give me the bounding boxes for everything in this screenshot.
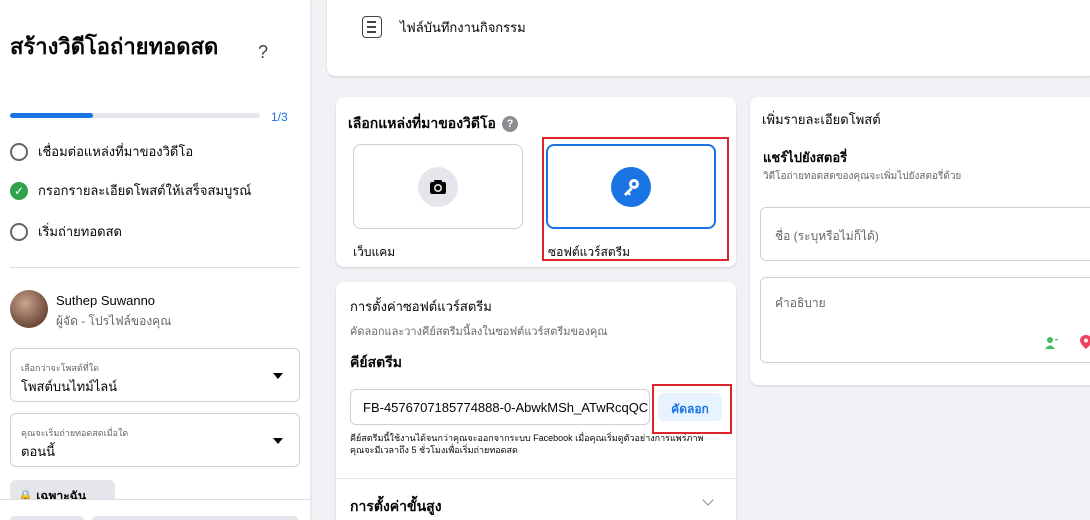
- activity-log-card: ไฟล์บันทึกงานกิจกรรม: [327, 0, 1090, 76]
- radio-circle-icon: [10, 142, 28, 161]
- video-source-title: เลือกแหล่งที่มาของวิดีโอ ?: [348, 113, 518, 135]
- help-icon[interactable]: ?: [258, 42, 268, 63]
- start-time-select[interactable]: คุณจะเริ่มถ่ายทอดสดเมื่อใด ตอนนี้: [10, 413, 300, 467]
- caret-down-icon: [273, 438, 283, 444]
- step-label: เริ่มถ่ายทอดสด: [38, 224, 122, 239]
- avatar: [10, 290, 48, 328]
- highlight-box: [652, 384, 732, 434]
- title-input[interactable]: ชื่อ (ระบุหรือไม่ก็ได้): [760, 207, 1090, 261]
- webcam-option[interactable]: [353, 144, 523, 229]
- progress-text: 1/3: [271, 110, 288, 124]
- radio-circle-icon: [10, 222, 28, 241]
- highlight-box: [542, 137, 729, 261]
- advanced-settings-toggle[interactable]: การตั้งค่าขั้นสูง: [350, 496, 442, 518]
- divider: [10, 267, 300, 268]
- software-settings-subtitle: คัดลอกและวางคีย์สตรีมนี้ลงในซอฟต์แวร์สตร…: [350, 326, 608, 338]
- select-label: เลือกว่าจะโพสต์ที่ใด: [21, 363, 99, 373]
- stream-key-note: คีย์สตรีมนี้ใช้งานได้จนกว่าคุณจะออกจากระ…: [350, 433, 704, 455]
- activity-log-link[interactable]: ไฟล์บันทึกงานกิจกรรม: [362, 16, 526, 38]
- description-placeholder: คำอธิบาย: [775, 296, 826, 310]
- stream-key-field[interactable]: FB-4576707185774888-0-AbwkMSh_ATwRcqQC: [350, 389, 650, 425]
- user-name: Suthep Suwanno: [56, 293, 156, 308]
- step-go-live: เริ่มถ่ายทอดสด: [10, 221, 122, 242]
- post-details-card: เพิ่มรายละเอียดโพสต์ แชร์ไปยังสตอรี่ วิด…: [750, 97, 1090, 385]
- software-settings-title: การตั้งค่าซอฟต์แวร์สตรีม: [350, 299, 492, 314]
- select-value: โพสต์บนไทม์ไลน์: [21, 379, 118, 394]
- caret-down-icon: [273, 373, 283, 379]
- progress-bar: [10, 113, 260, 118]
- select-value: ตอนนี้: [21, 444, 56, 459]
- footer-button[interactable]: [10, 516, 84, 520]
- description-input[interactable]: คำอธิบาย: [760, 277, 1090, 363]
- step-connect-source: เชื่อมต่อแหล่งที่มาของวิดีโอ: [10, 141, 193, 162]
- chevron-down-icon[interactable]: [702, 494, 714, 506]
- post-location-select[interactable]: เลือกว่าจะโพสต์ที่ใด โพสต์บนไทม์ไลน์: [10, 348, 300, 402]
- document-icon: [362, 16, 382, 38]
- check-circle-icon: ✓: [10, 181, 28, 200]
- software-settings-card: การตั้งค่าซอฟต์แวร์สตรีม คัดลอกและวางคีย…: [336, 282, 736, 520]
- step-post-details: ✓ กรอกรายละเอียดโพสต์ให้เสร็จสมบูรณ์: [10, 180, 251, 201]
- step-label: กรอกรายละเอียดโพสต์ให้เสร็จสมบูรณ์: [38, 183, 252, 198]
- footer-button[interactable]: [92, 516, 298, 520]
- title-placeholder: ชื่อ (ระบุหรือไม่ก็ได้): [775, 229, 879, 243]
- progress-bar-fill: [10, 113, 94, 118]
- webcam-label: เว็บแคม: [353, 245, 396, 259]
- page-title: สร้างวิดีโอถ่ายทอดสด: [10, 34, 219, 59]
- question-icon[interactable]: ?: [501, 116, 518, 132]
- select-label: คุณจะเริ่มถ่ายทอดสดเมื่อใด: [21, 428, 129, 438]
- step-label: เชื่อมต่อแหล่งที่มาของวิดีโอ: [38, 144, 194, 159]
- post-details-title: เพิ่มรายละเอียดโพสต์: [762, 112, 881, 127]
- share-story-subtitle: วิดีโอถ่ายทอดสดของคุณจะเพิ่มไปยังสตอรี่ด…: [763, 171, 962, 182]
- sidebar: สร้างวิดีโอถ่ายทอดสด ? 1/3 เชื่อมต่อแหล่…: [0, 0, 310, 520]
- activity-log-label: ไฟล์บันทึกงานกิจกรรม: [400, 19, 526, 35]
- video-source-title-text: เลือกแหล่งที่มาของวิดีโอ: [348, 115, 496, 131]
- divider: [336, 478, 736, 479]
- camera-icon: [418, 166, 458, 207]
- stream-key-label: คีย์สตรีม: [350, 354, 402, 370]
- location-pin-icon[interactable]: [1079, 335, 1090, 349]
- video-source-card: เลือกแหล่งที่มาของวิดีโอ ? เว็บแคม ซอฟต์…: [336, 97, 736, 267]
- tag-people-icon[interactable]: [1044, 336, 1058, 350]
- share-story-title: แชร์ไปยังสตอรี่: [763, 150, 848, 165]
- user-subtitle: ผู้จัด - โปรไฟล์ของคุณ: [56, 314, 172, 328]
